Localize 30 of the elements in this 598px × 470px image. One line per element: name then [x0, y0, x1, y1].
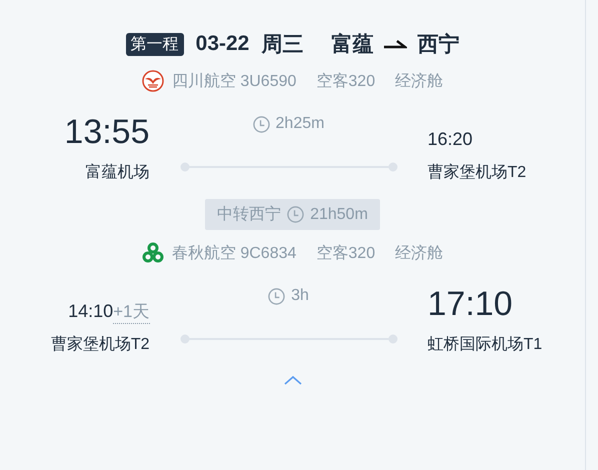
flight-date: 03-22 — [196, 32, 250, 56]
arrival-airport: 曹家堡机场T2 — [428, 162, 526, 183]
origin-city: 富蕴 — [331, 32, 374, 58]
aircraft-type: 空客320 — [316, 244, 376, 264]
clock-icon — [268, 288, 286, 304]
departure-airport: 曹家堡机场T2 — [50, 334, 150, 355]
bird-logo-icon — [142, 70, 164, 92]
leg-badge: 第一程 — [126, 32, 184, 56]
departure-time: 13:55 — [64, 112, 150, 152]
arrival-airport: 虹桥国际机场T1 — [428, 335, 542, 355]
flight-number: 春秋航空 9C6834 — [172, 244, 296, 264]
aircraft-type: 空客320 — [316, 72, 376, 92]
departure-time: 14:10 — [68, 300, 114, 323]
transfer-label: 中转西宁 — [217, 204, 282, 225]
cabin-class: 经济舱 — [395, 244, 444, 264]
departure-airport: 富蕴机场 — [86, 162, 150, 183]
flight-duration: 2h25m — [276, 115, 324, 133]
weekday: 周三 — [261, 32, 304, 58]
trefoil-logo-icon — [142, 242, 164, 264]
clock-icon — [252, 116, 270, 132]
collapse-chevron-icon[interactable] — [284, 375, 302, 385]
arrival-time: 17:10 — [428, 284, 513, 324]
arrival-time: 16:20 — [428, 128, 473, 151]
layover-duration: 21h50m — [310, 206, 368, 224]
flight-number: 四川航空 3U6590 — [172, 72, 296, 92]
flight-duration: 3h — [291, 287, 309, 305]
clock-icon — [287, 206, 304, 223]
destination-city: 西宁 — [417, 32, 460, 58]
next-day-label: +1天 — [113, 301, 150, 324]
cabin-class: 经济舱 — [395, 72, 444, 92]
